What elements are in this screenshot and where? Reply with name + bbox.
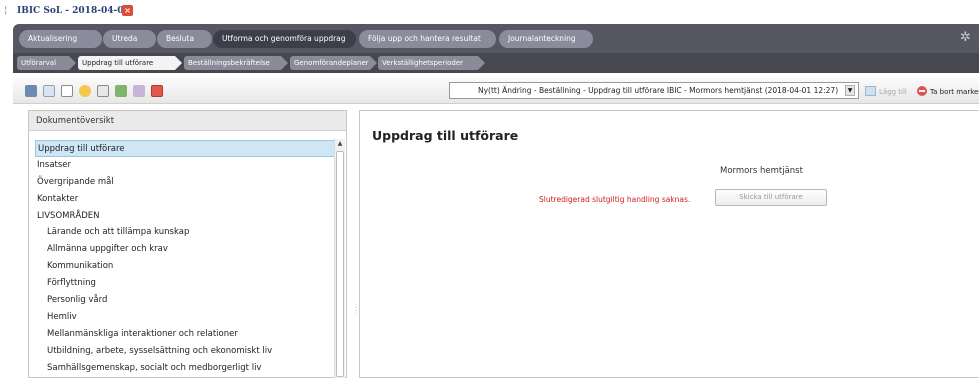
tools-icon[interactable] <box>25 85 37 97</box>
calendar-icon[interactable] <box>151 85 163 97</box>
document-version-select[interactable]: Ny(tt) Ändring - Beställning - Uppdrag t… <box>449 82 859 99</box>
list-item[interactable]: Mellanmänskliga interaktioner och relati… <box>35 326 335 343</box>
document-icon[interactable] <box>43 85 55 97</box>
phase-utreda[interactable]: Utreda <box>103 30 156 48</box>
phase-aktualisering[interactable]: Aktualisering <box>19 30 102 48</box>
preview-icon[interactable] <box>115 85 127 97</box>
step-utforarval[interactable]: Utförarval <box>17 56 76 70</box>
list-item[interactable]: Övergripande mål <box>35 174 335 191</box>
step-bestallningsbekraftelse[interactable]: Beställningsbekräftelse <box>184 56 288 70</box>
phase-folja-upp[interactable]: Följa upp och hantera resultat <box>359 30 496 48</box>
phase-journalanteckning[interactable]: Journalanteckning <box>499 30 593 48</box>
send-to-provider-button[interactable]: Skicka till utförare <box>715 189 827 206</box>
panel-splitter[interactable]: · · · · <box>355 303 358 318</box>
page-title: Uppdrag till utförare <box>372 128 519 143</box>
step-verkstallighetsperioder[interactable]: Verkställighetsperioder <box>378 56 485 70</box>
list-item[interactable]: Insatser <box>35 157 335 174</box>
list-item[interactable]: Utbildning, arbete, sysselsättning och e… <box>35 343 335 360</box>
window-title: IBIC SoL - 2018-04-01 <box>17 6 130 16</box>
gear-icon[interactable]: ✲ <box>960 31 973 44</box>
frame-edge: ¦ <box>4 5 8 16</box>
overview-scrollbar[interactable]: ▲ <box>334 139 345 378</box>
list-item[interactable]: Allmänna uppgifter och krav <box>35 241 335 258</box>
remove-selected-button[interactable]: Ta bort markerad <box>917 86 979 96</box>
page-icon[interactable] <box>61 85 73 97</box>
list-item[interactable]: Förflyttning <box>35 275 335 292</box>
mail-icon[interactable] <box>133 85 145 97</box>
step-navigation: Utförarval Uppdrag till utförare Beställ… <box>13 53 979 73</box>
step-genomforandeplaner[interactable]: Genomförandeplaner <box>290 56 377 70</box>
scroll-up-icon[interactable]: ▲ <box>335 139 345 149</box>
list-item[interactable]: Kontakter <box>35 191 335 208</box>
list-item[interactable]: Personlig vård <box>35 292 335 309</box>
list-item[interactable]: Kommunikation <box>35 258 335 275</box>
document-toolbar: Ny(tt) Ändring - Beställning - Uppdrag t… <box>13 78 979 104</box>
list-item[interactable]: Lärande och att tillämpa kunskap <box>35 224 335 241</box>
provider-name: Mormors hemtjänst <box>720 166 803 176</box>
add-button[interactable]: Lägg till <box>865 86 907 96</box>
lightbulb-icon[interactable] <box>79 85 91 97</box>
missing-document-warning: Slutredigerad slutgiltig handling saknas… <box>539 195 691 204</box>
scrollbar-thumb[interactable] <box>336 151 344 377</box>
step-uppdrag-till-utforare[interactable]: Uppdrag till utförare <box>78 56 182 70</box>
chevron-down-icon[interactable]: ▼ <box>845 85 855 96</box>
list-item[interactable]: LIVSOMRÅDEN <box>35 208 335 225</box>
close-icon[interactable]: × <box>122 5 133 16</box>
phase-navigation: Aktualisering Utreda Besluta Utforma och… <box>13 24 979 53</box>
document-overview-header: Dokumentöversikt <box>29 111 346 131</box>
list-item[interactable]: Uppdrag till utförare <box>35 140 335 157</box>
document-overview-panel: Dokumentöversikt Uppdrag till utförare I… <box>28 110 347 378</box>
list-item[interactable]: Samhällsgemenskap, socialt och medborger… <box>35 360 335 377</box>
phase-utforma[interactable]: Utforma och genomföra uppdrag <box>213 30 356 48</box>
phase-besluta[interactable]: Besluta <box>157 30 212 48</box>
document-overview-list: Uppdrag till utförare Insatser Övergripa… <box>35 140 335 376</box>
window-titlebar: ¦ IBIC SoL - 2018-04-01 × <box>0 0 979 22</box>
list-item[interactable]: Hemliv <box>35 309 335 326</box>
print-icon[interactable] <box>97 85 109 97</box>
remove-icon <box>917 86 927 96</box>
document-version-value: Ny(tt) Ändring - Beställning - Uppdrag t… <box>478 86 839 95</box>
main-content-panel: Uppdrag till utförare Mormors hemtjänst … <box>359 110 979 378</box>
add-document-icon <box>865 86 876 96</box>
